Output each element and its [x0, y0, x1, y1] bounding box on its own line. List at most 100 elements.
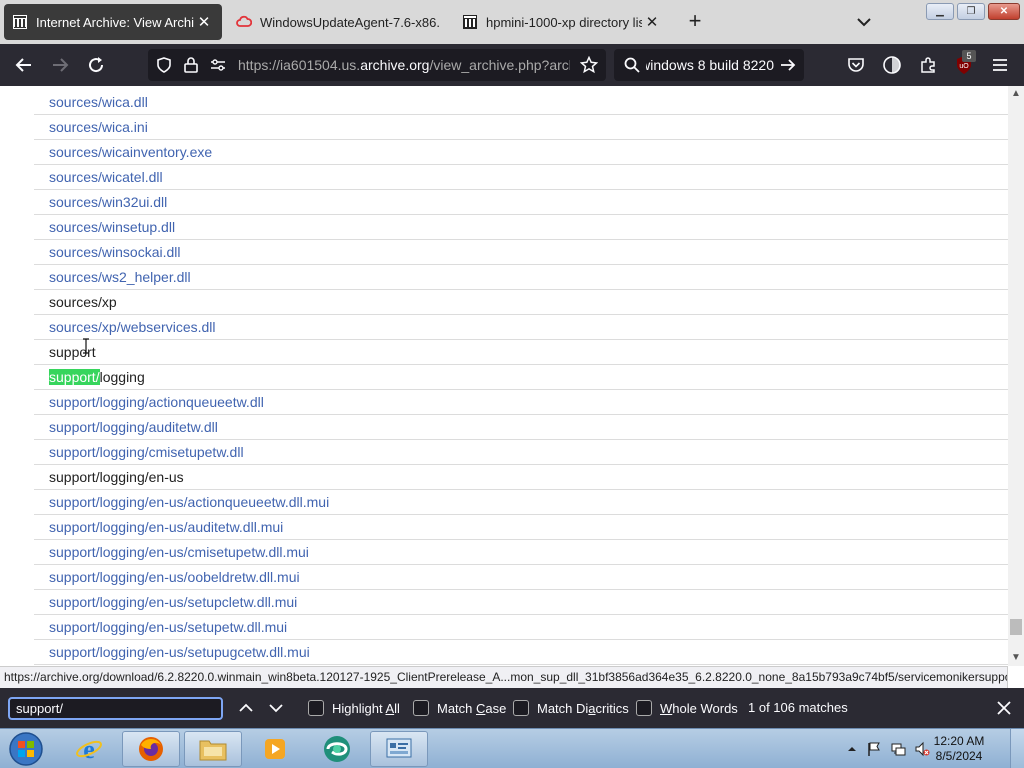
file-link[interactable]: support/logging/actionqueueetw.dll: [49, 394, 264, 410]
table-row: sources/win32ui.dll: [34, 190, 1008, 215]
table-row: sources/xp: [34, 290, 1008, 315]
match-case-checkbox[interactable]: Match Case: [413, 699, 506, 717]
table-row: support/logging/cmisetupetw.dll: [34, 440, 1008, 465]
url-text[interactable]: https://ia601504.us.archive.org/view_arc…: [238, 57, 570, 73]
tracking-protection-shield-icon[interactable]: [156, 57, 172, 73]
show-desktop-button[interactable]: [1010, 729, 1024, 768]
start-button-windows-icon[interactable]: [6, 731, 46, 767]
file-link[interactable]: support/logging/en-us/oobeldretw.dll.mui: [49, 569, 300, 585]
list-all-tabs-chevron-down-icon[interactable]: [854, 12, 874, 32]
tab-strip: Internet Archive: View Archive ✕ Windows…: [0, 0, 1024, 44]
lock-icon[interactable]: [184, 57, 198, 73]
file-link[interactable]: sources/win32ui.dll: [49, 194, 167, 210]
url-prefix: https://ia601504.us.: [238, 57, 361, 73]
file-link[interactable]: sources/wicainventory.exe: [49, 144, 212, 160]
find-match-count: 1 of 106 matches: [748, 700, 848, 715]
new-tab-icon[interactable]: +: [684, 10, 706, 32]
file-link[interactable]: support/logging/en-us/setupugcetw.dll.mu…: [49, 644, 310, 660]
close-tab-icon[interactable]: ✕: [642, 13, 662, 31]
address-bar[interactable]: https://ia601504.us.archive.org/view_arc…: [148, 49, 606, 81]
control-panel-icon[interactable]: [370, 731, 428, 767]
table-row: support/logging: [34, 365, 1008, 390]
volume-muted-icon[interactable]: [914, 741, 930, 757]
reload-icon[interactable]: [84, 53, 108, 77]
file-explorer-icon[interactable]: [184, 731, 242, 767]
scrollbar-thumb[interactable]: [1010, 619, 1022, 635]
system-clock[interactable]: 12:20 AM 8/5/2024: [932, 734, 986, 764]
file-listing-table: sources/wica.dll sources/wica.ini sources/…: [34, 90, 1008, 665]
restore-button[interactable]: ❐: [957, 3, 985, 20]
file-link[interactable]: sources/wica.ini: [49, 119, 148, 135]
bookmark-star-icon[interactable]: [580, 56, 598, 74]
media-player-icon[interactable]: [246, 731, 304, 767]
tab-internet-archive[interactable]: Internet Archive: View Archive ✕: [4, 4, 222, 40]
file-link[interactable]: sources/winsockai.dll: [49, 244, 181, 260]
screen: Internet Archive: View Archive ✕ Windows…: [0, 0, 1024, 768]
scroll-down-icon[interactable]: ▼: [1008, 650, 1024, 666]
table-row: support/logging/en-us/setupcletw.dll.mui: [34, 590, 1008, 615]
show-hidden-icons-chevron-up-icon[interactable]: [844, 741, 860, 757]
find-highlight: support/: [49, 369, 100, 385]
find-bar: Highlight All Match Case Match Diacritic…: [0, 688, 1024, 728]
scroll-up-icon[interactable]: ▲: [1008, 86, 1024, 102]
highlight-all-label: Highlight All: [332, 700, 400, 716]
file-link[interactable]: support/logging/auditetw.dll: [49, 419, 218, 435]
table-row: support/logging/en-us: [34, 465, 1008, 490]
file-link[interactable]: sources/ws2_helper.dll: [49, 269, 191, 285]
whole-words-label: Whole Words: [660, 700, 738, 716]
search-text[interactable]: windows 8 build 8220: [646, 57, 774, 73]
internet-explorer-icon[interactable]: e: [60, 731, 118, 767]
back-arrow-icon[interactable]: [12, 53, 36, 77]
highlight-all-checkbox[interactable]: Highlight All: [308, 699, 400, 717]
firefox-icon[interactable]: [122, 731, 180, 767]
file-link[interactable]: sources/wica.dll: [49, 94, 148, 110]
tab-title: Internet Archive: View Archive: [36, 14, 194, 30]
close-tab-icon[interactable]: ✕: [194, 13, 214, 31]
whole-words-checkbox[interactable]: Whole Words: [636, 699, 738, 717]
file-link[interactable]: sources/wicatel.dll: [49, 169, 163, 185]
hamburger-menu-icon[interactable]: [988, 53, 1012, 77]
find-next-chevron-down-icon[interactable]: [266, 698, 286, 718]
file-link[interactable]: support/logging/en-us/setupetw.dll.mui: [49, 619, 287, 635]
cloud-icon: [236, 15, 252, 27]
directory-entry: support/logging/en-us: [49, 469, 184, 485]
checkbox-box[interactable]: [513, 700, 529, 716]
search-bar[interactable]: windows 8 build 8220: [614, 49, 804, 81]
go-arrow-icon[interactable]: [780, 57, 796, 73]
checkbox-box[interactable]: [308, 700, 324, 716]
file-link[interactable]: support/logging/cmisetupetw.dll: [49, 444, 244, 460]
tab-hpmini-listing[interactable]: hpmini-1000-xp directory listing ✕: [454, 4, 670, 40]
vertical-scrollbar[interactable]: ▲ ▼: [1008, 86, 1024, 666]
file-link[interactable]: sources/winsetup.dll: [49, 219, 175, 235]
table-row: sources/wicatel.dll: [34, 165, 1008, 190]
forward-arrow-icon[interactable]: [48, 53, 72, 77]
file-link[interactable]: sources/xp/webservices.dll: [49, 319, 216, 335]
extensions-puzzle-icon[interactable]: [916, 53, 940, 77]
match-diacritics-checkbox[interactable]: Match Diacritics: [513, 699, 629, 717]
find-input[interactable]: [8, 697, 223, 720]
archive-icon: [463, 15, 477, 29]
browser-app-icon[interactable]: [308, 731, 366, 767]
close-window-button[interactable]: ✕: [988, 3, 1020, 20]
file-link[interactable]: support/logging/en-us/setupcletw.dll.mui: [49, 594, 297, 610]
action-center-flag-icon[interactable]: [866, 741, 882, 757]
file-link[interactable]: support/logging/en-us/auditetw.dll.mui: [49, 519, 283, 535]
close-find-bar-icon[interactable]: [994, 698, 1014, 718]
permissions-icon[interactable]: [210, 58, 226, 72]
table-row: support/logging/en-us/setupugcetw.dll.mu…: [34, 640, 1008, 665]
directory-entry: support/logging: [49, 369, 145, 385]
minimize-button[interactable]: ▁: [926, 3, 954, 20]
checkbox-box[interactable]: [636, 700, 652, 716]
tab-windows-update-agent[interactable]: WindowsUpdateAgent-7.6-x86.: [228, 4, 448, 40]
table-row: sources/ws2_helper.dll: [34, 265, 1008, 290]
url-host: archive.org: [360, 57, 430, 73]
network-icon[interactable]: [890, 741, 906, 757]
account-icon[interactable]: [880, 53, 904, 77]
pocket-icon[interactable]: [844, 53, 868, 77]
table-row: support/logging/actionqueueetw.dll: [34, 390, 1008, 415]
extension-badge: 5: [962, 50, 976, 62]
checkbox-box[interactable]: [413, 700, 429, 716]
find-previous-chevron-up-icon[interactable]: [236, 698, 256, 718]
file-link[interactable]: support/logging/en-us/actionqueueetw.dll…: [49, 494, 329, 510]
file-link[interactable]: support/logging/en-us/cmisetupetw.dll.mu…: [49, 544, 309, 560]
